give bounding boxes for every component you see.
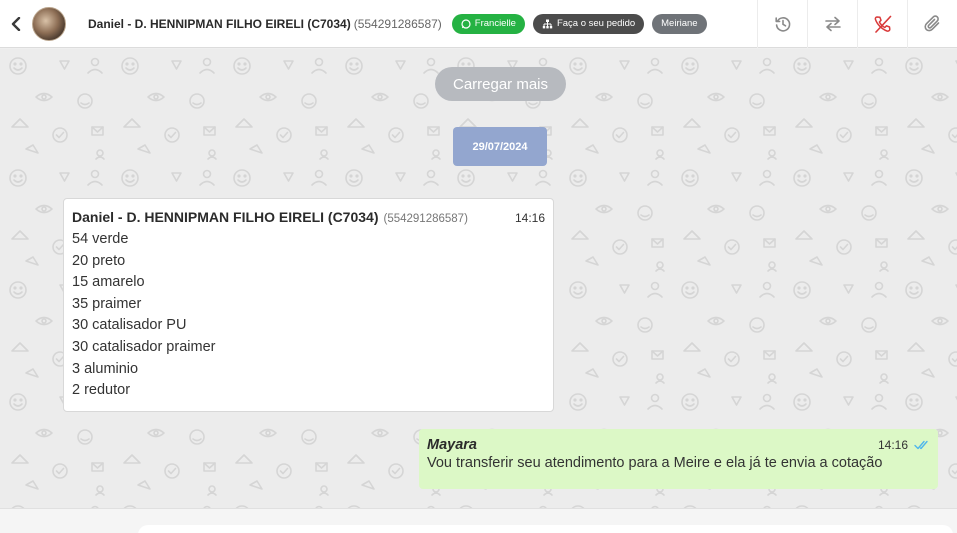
message-line: 30 catalisador praimer [72, 338, 216, 355]
back-button[interactable] [2, 0, 30, 48]
outgoing-time: 14:16 [877, 438, 908, 452]
outgoing-sender: Mayara [427, 437, 477, 453]
incoming-text: 54 verde 20 preto 15 amarelo 35 praimer … [72, 229, 545, 402]
org-tree-icon [542, 19, 553, 28]
composer-bar [0, 508, 957, 533]
agent-tag[interactable]: Francielle [451, 13, 525, 34]
end-chat-button[interactable] [857, 0, 907, 48]
contact-name: Daniel - D. HENNIPMAN FILHO EIRELI (C703… [88, 16, 351, 31]
message-line: 30 catalisador PU [72, 317, 187, 334]
attach-icon [923, 15, 939, 32]
message-line: 35 praimer [72, 295, 142, 312]
transfer-button[interactable] [807, 0, 857, 48]
message-line: 3 aluminio [72, 360, 139, 377]
avatar[interactable] [32, 6, 66, 41]
chat-header: Daniel - D. HENNIPMAN FILHO EIRELI (C703… [0, 0, 957, 48]
attach-button[interactable] [907, 0, 957, 48]
queue-tag-label: Meiriane [661, 18, 698, 29]
flow-tag-label: Faça o seu pedido [556, 18, 636, 29]
outgoing-message-header: Mayara 14:16 [427, 437, 930, 453]
end-call-icon [874, 15, 891, 33]
chat-area[interactable]: Carregar mais 29/07/2024 Daniel - D. HEN… [0, 49, 957, 508]
chevron-left-icon [11, 16, 21, 31]
incoming-message-header: Daniel - D. HENNIPMAN FILHO EIRELI (C703… [72, 209, 545, 225]
load-more-button[interactable]: Carregar mais [435, 67, 566, 101]
message-line: 15 amarelo [72, 274, 145, 291]
history-icon [774, 17, 790, 32]
transfer-icon [824, 16, 841, 32]
queue-tag[interactable]: Meiriane [652, 13, 707, 34]
agent-tag-label: Francielle [474, 18, 516, 29]
flow-tag[interactable]: Faça o seu pedido [532, 13, 645, 34]
header-actions [757, 0, 957, 48]
incoming-phone: (554291286587) [383, 213, 468, 225]
contact-phone: (554291286587) [353, 16, 442, 31]
incoming-message[interactable]: Daniel - D. HENNIPMAN FILHO EIRELI (C703… [63, 198, 554, 412]
outgoing-message[interactable]: Mayara 14:16 Vou transferir seu atendime… [419, 429, 938, 489]
message-line: 54 verde [72, 231, 129, 247]
message-line: 2 redutor [72, 382, 131, 399]
message-line: 20 preto [72, 252, 126, 269]
incoming-time: 14:16 [514, 211, 545, 225]
read-ticks-icon [914, 440, 930, 450]
history-button[interactable] [757, 0, 807, 48]
incoming-sender: Daniel - D. HENNIPMAN FILHO EIRELI (C703… [72, 209, 379, 225]
outgoing-text: Vou transferir seu atendimento para a Me… [427, 455, 883, 471]
message-input[interactable] [138, 525, 953, 533]
whatsapp-icon [461, 18, 471, 29]
date-separator: 29/07/2024 [453, 127, 547, 166]
